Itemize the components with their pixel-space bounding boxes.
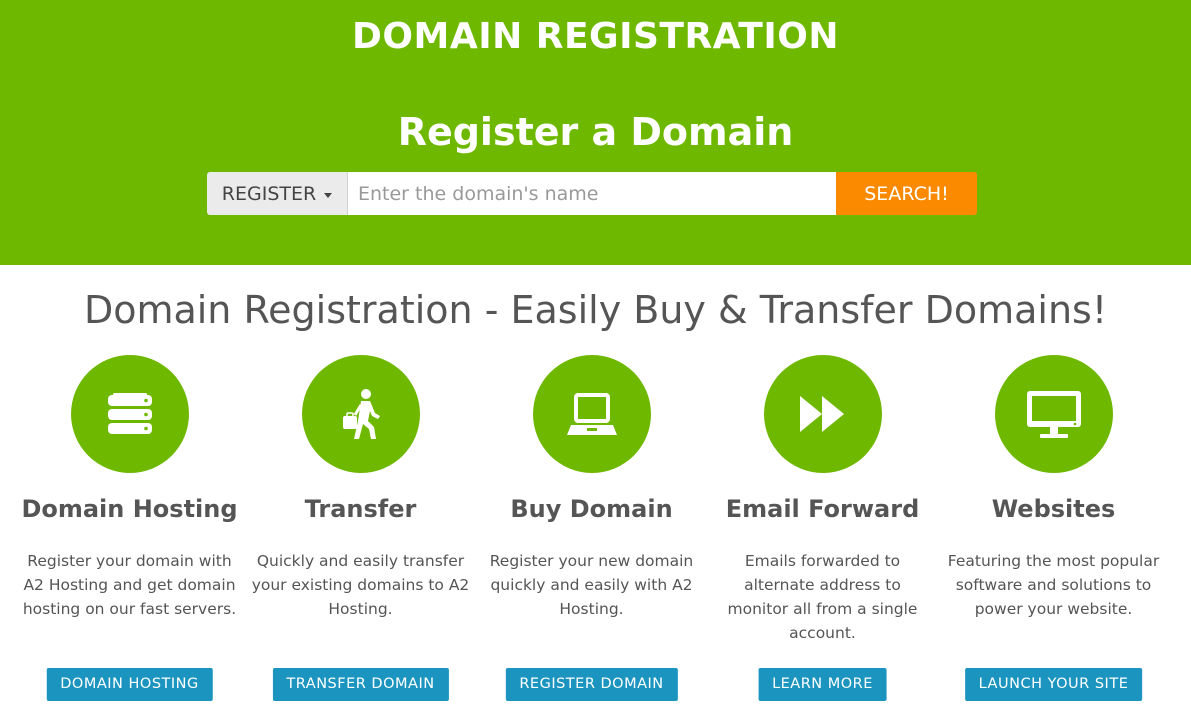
feature-websites: Websites Featuring the most popular soft… (938, 355, 1169, 701)
feature-icon-circle (301, 355, 420, 473)
launch-your-site-button[interactable]: LAUNCH YOUR SITE (964, 668, 1143, 701)
feature-description: Emails forwarded to alternate address to… (727, 552, 918, 642)
feature-icon-circle (70, 355, 189, 473)
feature-description: Featuring the most popular software and … (947, 552, 1160, 618)
feature-description: Quickly and easily transfer your existin… (251, 552, 470, 618)
domain-hosting-button[interactable]: DOMAIN HOSTING (46, 668, 213, 701)
feature-title: Buy Domain (510, 495, 673, 523)
server-icon (107, 393, 152, 434)
monitor-icon (1026, 391, 1081, 438)
feature-title: Transfer (304, 495, 417, 523)
search-button[interactable]: SEARCH! (836, 172, 977, 215)
learn-more-button[interactable]: LEARN MORE (758, 668, 887, 701)
domain-search-input[interactable] (348, 172, 836, 215)
features-section: Domain Hosting Register your domain with… (0, 355, 1191, 717)
feature-icon-circle (994, 355, 1113, 473)
hero-banner: DOMAIN REGISTRATION Register a Domain RE… (0, 0, 1191, 265)
feature-title: Domain Hosting (21, 495, 238, 523)
feature-title: Email Forward (725, 495, 920, 523)
feature-title: Websites (991, 495, 1116, 523)
feature-domain-hosting: Domain Hosting Register your domain with… (14, 355, 245, 701)
person-suitcase-icon (342, 389, 380, 439)
fast-forward-icon (799, 396, 844, 432)
hero-title: DOMAIN REGISTRATION (352, 16, 839, 57)
feature-buy-domain: Buy Domain Register your new domain quic… (476, 355, 707, 701)
feature-icon-circle (763, 355, 882, 473)
caret-down-icon (324, 192, 333, 198)
feature-description: Register your domain with A2 Hosting and… (22, 552, 237, 618)
laptop-icon (566, 393, 617, 435)
feature-email-forward: Email Forward Emails forwarded to altern… (707, 355, 938, 701)
domain-search-form: REGISTER SEARCH! (207, 172, 977, 215)
search-type-label: REGISTER (221, 182, 317, 205)
register-domain-button[interactable]: REGISTER DOMAIN (505, 668, 678, 701)
feature-icon-circle (532, 355, 651, 473)
hero-subtitle: Register a Domain (397, 110, 794, 154)
page-heading: Domain Registration - Easily Buy & Trans… (83, 288, 1108, 332)
transfer-domain-button[interactable]: TRANSFER DOMAIN (272, 668, 449, 701)
feature-description: Register your new domain quickly and eas… (489, 552, 694, 618)
feature-transfer: Transfer Quickly and easily transfer you… (245, 355, 476, 701)
search-type-dropdown[interactable]: REGISTER (207, 172, 348, 215)
